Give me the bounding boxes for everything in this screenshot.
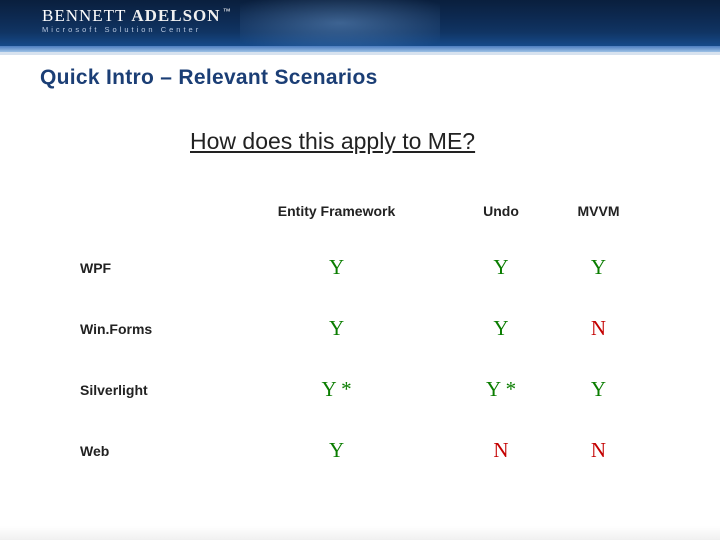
cell-value: Y [329, 316, 344, 340]
logo-name-part2: ADELSON [131, 6, 220, 25]
cell-value: N [493, 438, 508, 462]
table-cell: Y [547, 237, 650, 298]
cell-value: Y [493, 255, 508, 279]
cell-value: Y [591, 377, 606, 401]
table-row: WPF Y Y Y [70, 237, 650, 298]
logo-trademark: ™ [223, 7, 232, 16]
table-header-row: Entity Framework Undo MVVM [70, 185, 650, 237]
slide: BENNETT ADELSON™ Microsoft Solution Cent… [0, 0, 720, 540]
bottom-vignette [0, 526, 720, 540]
slide-subtitle: How does this apply to ME? [190, 128, 680, 155]
logo-name: BENNETT ADELSON™ [42, 6, 232, 26]
table-row: Web Y N N [70, 420, 650, 481]
cell-value: Y [329, 438, 344, 462]
cell-value: Y * [486, 377, 516, 401]
table-cell: N [547, 420, 650, 481]
row-header: Win.Forms [70, 298, 218, 359]
table-cell: Y [218, 237, 455, 298]
table-cell: Y * [455, 359, 547, 420]
table-cell: N [547, 298, 650, 359]
cell-value: Y [493, 316, 508, 340]
table-cell: Y [218, 298, 455, 359]
table-body: WPF Y Y Y Win.Forms Y Y N Silverlight Y … [70, 237, 650, 481]
table-cell: Y [455, 237, 547, 298]
header-corner [70, 185, 218, 237]
cell-value: Y * [321, 377, 351, 401]
compatibility-table: Entity Framework Undo MVVM WPF Y Y Y Win… [70, 185, 650, 481]
cell-value: N [591, 316, 606, 340]
logo-name-part1: BENNETT [42, 6, 131, 25]
table-row: Win.Forms Y Y N [70, 298, 650, 359]
table-cell: Y * [218, 359, 455, 420]
row-header: Web [70, 420, 218, 481]
col-header: Undo [455, 185, 547, 237]
slide-title: Quick Intro – Relevant Scenarios [40, 66, 680, 90]
cell-value: Y [591, 255, 606, 279]
banner-stripe-thin [0, 52, 720, 55]
banner-glow [240, 0, 440, 46]
col-header: MVVM [547, 185, 650, 237]
banner: BENNETT ADELSON™ Microsoft Solution Cent… [0, 0, 720, 46]
row-header: WPF [70, 237, 218, 298]
table-cell: Y [455, 298, 547, 359]
row-header: Silverlight [70, 359, 218, 420]
col-header: Entity Framework [218, 185, 455, 237]
table-cell: N [455, 420, 547, 481]
table-cell: Y [218, 420, 455, 481]
content: Quick Intro – Relevant Scenarios How doe… [0, 62, 720, 481]
logo: BENNETT ADELSON™ Microsoft Solution Cent… [42, 6, 232, 34]
table-row: Silverlight Y * Y * Y [70, 359, 650, 420]
table-cell: Y [547, 359, 650, 420]
cell-value: N [591, 438, 606, 462]
logo-tagline: Microsoft Solution Center [42, 25, 232, 34]
cell-value: Y [329, 255, 344, 279]
